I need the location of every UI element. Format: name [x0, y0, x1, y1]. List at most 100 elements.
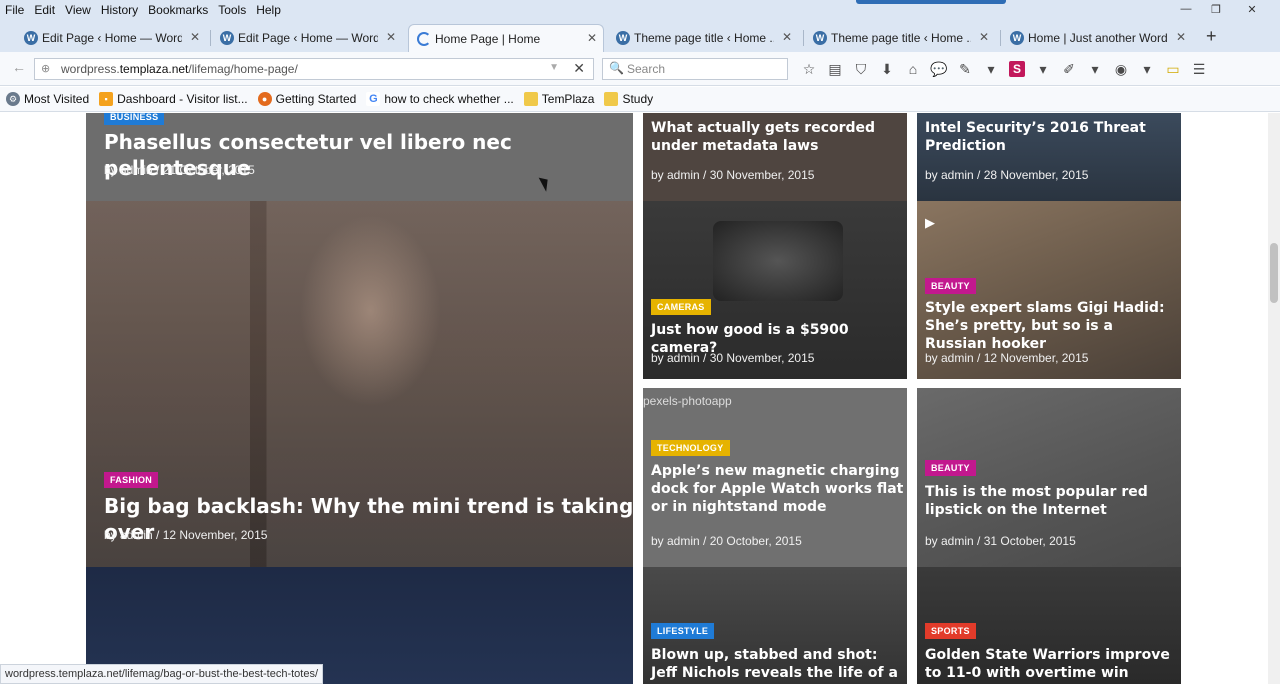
tab-home-page[interactable]: Home Page | Home ✕: [408, 24, 604, 52]
article-card-technology[interactable]: pexels-photoapp TECHNOLOGY Apple’s new m…: [643, 388, 907, 567]
menu-bookmarks[interactable]: Bookmarks: [143, 3, 213, 17]
close-tab-icon[interactable]: ✕: [782, 30, 792, 44]
menu-file[interactable]: File: [0, 3, 29, 17]
article-title[interactable]: This is the most popular red lipstick on…: [925, 483, 1181, 519]
article-title[interactable]: Golden State Warriors improve to 11-0 wi…: [925, 646, 1181, 684]
bookmark-label: Most Visited: [24, 92, 90, 106]
article-card-lipstick[interactable]: BEAUTY This is the most popular red lips…: [917, 388, 1181, 567]
category-badge[interactable]: TECHNOLOGY: [651, 440, 730, 456]
s-extension-icon[interactable]: S: [1009, 61, 1025, 77]
folder-icon: [523, 92, 538, 106]
article-card-fashion[interactable]: FASHION Big bag backlash: Why the mini t…: [86, 201, 633, 567]
bookmark-star-icon[interactable]: ☆: [796, 61, 822, 78]
close-tab-icon[interactable]: ✕: [386, 30, 396, 44]
tab-edit-page-1[interactable]: W Edit Page ‹ Home — Word... ✕: [16, 24, 206, 52]
menu-tools[interactable]: Tools: [213, 3, 251, 17]
stop-loading-icon[interactable]: ✕: [573, 60, 585, 77]
chat-icon[interactable]: 💬: [926, 61, 952, 78]
restore-icon[interactable]: ❐: [1202, 1, 1230, 17]
home-icon[interactable]: ⌂: [900, 61, 926, 78]
bookmark-getting-started[interactable]: ● Getting Started: [257, 92, 357, 106]
dropdown-icon[interactable]: ▾: [1030, 61, 1056, 78]
article-card-intel[interactable]: Intel Security’s 2016 Threat Prediction …: [917, 113, 1181, 201]
download-icon[interactable]: ⬇: [874, 61, 900, 78]
close-tab-icon[interactable]: ✕: [1176, 30, 1186, 44]
menu-help[interactable]: Help: [251, 3, 286, 17]
play-icon[interactable]: ▶: [925, 215, 935, 231]
new-tab-icon[interactable]: +: [1206, 26, 1217, 47]
article-title[interactable]: What actually gets recorded under metada…: [651, 119, 903, 155]
close-window-icon[interactable]: ✕: [1232, 1, 1272, 17]
article-meta: by admin / 28 November, 2015: [925, 168, 1089, 182]
bookmark-most-visited[interactable]: ⚙ Most Visited: [6, 92, 89, 106]
bookmark-how-to-check[interactable]: Ghow to check whether ...: [366, 92, 514, 106]
camera-image: [713, 221, 843, 301]
menu-edit[interactable]: Edit: [29, 3, 60, 17]
article-meta: by admin / 12 November, 2015: [925, 351, 1089, 365]
category-badge[interactable]: BEAUTY: [925, 278, 976, 294]
tab-label: Home Page | Home: [435, 31, 541, 46]
site-info-icon[interactable]: ⊕: [41, 62, 55, 76]
scrollbar-thumb[interactable]: [1270, 243, 1278, 303]
dropdown-icon[interactable]: ▾: [1134, 61, 1160, 78]
history-dropdown-icon[interactable]: ▼: [549, 62, 559, 73]
dropdown-icon[interactable]: ▾: [978, 61, 1004, 78]
article-title[interactable]: Blown up, stabbed and shot: Jeff Nichols…: [651, 646, 907, 684]
category-badge[interactable]: SPORTS: [925, 623, 976, 639]
bookmark-dashboard[interactable]: ▪ Dashboard - Visitor list...: [99, 92, 248, 106]
back-arrow-icon[interactable]: ←: [8, 59, 30, 79]
window-controls: — ❐ ✕: [1172, 1, 1272, 17]
extension-icon[interactable]: ✎: [952, 61, 978, 78]
bookmark-study[interactable]: Study: [604, 92, 653, 106]
article-title[interactable]: Apple’s new magnetic charging dock for A…: [651, 462, 907, 517]
status-bar: wordpress.templaza.net/lifemag/bag-or-bu…: [0, 664, 324, 684]
tool-icon[interactable]: ✐: [1056, 61, 1082, 78]
article-meta: by admin / 30 November, 2015: [651, 351, 815, 365]
category-badge[interactable]: BEAUTY: [925, 460, 976, 476]
article-card-sports[interactable]: SPORTS Golden State Warriors improve to …: [917, 567, 1181, 684]
tab-theme-page-1[interactable]: W Theme page title ‹ Home ... ✕: [608, 24, 798, 52]
article-meta: by admin / 12 November, 2015: [104, 528, 268, 542]
tab-theme-page-2[interactable]: W Theme page title ‹ Home ... ✕: [805, 24, 995, 52]
tab-home-just-another[interactable]: W Home | Just another Word... ✕: [1002, 24, 1192, 52]
close-tab-icon[interactable]: ✕: [979, 30, 989, 44]
wordpress-icon: W: [1010, 31, 1024, 45]
article-card-style-expert[interactable]: ▶ BEAUTY Style expert slams Gigi Hadid: …: [917, 201, 1181, 379]
close-tab-icon[interactable]: ✕: [190, 30, 200, 44]
search-input[interactable]: 🔍 Search: [602, 58, 788, 80]
menu-hamburger-icon[interactable]: ☰: [1186, 61, 1212, 78]
close-tab-icon[interactable]: ✕: [587, 31, 597, 45]
tab-edit-page-2[interactable]: W Edit Page ‹ Home — Word... ✕: [212, 24, 402, 52]
category-badge[interactable]: LIFESTYLE: [651, 623, 715, 639]
bookmark-label: Study: [622, 92, 654, 106]
wallet-icon[interactable]: ▭: [1160, 61, 1186, 78]
dropdown-icon[interactable]: ▾: [1082, 61, 1108, 78]
url-bar[interactable]: ⊕ wordpress. templaza.net/lifemag/home-pa…: [34, 58, 594, 80]
reading-list-icon[interactable]: ▤: [822, 61, 848, 78]
wordpress-icon: W: [24, 31, 38, 45]
category-badge[interactable]: BUSINESS: [104, 113, 165, 125]
gear-icon: ⚙: [6, 92, 20, 106]
tab-label: Theme page title ‹ Home ...: [634, 31, 774, 45]
article-card-cameras[interactable]: CAMERAS Just how good is a $5900 camera?…: [643, 201, 907, 379]
toolbar-icons: ☆ ▤ ⛉ ⬇ ⌂ 💬 ✎ ▾ S ▾ ✐ ▾ ◉ ▾ ▭ ☰: [796, 61, 1212, 78]
category-badge[interactable]: FASHION: [104, 472, 159, 488]
bookmark-label: Getting Started: [275, 92, 357, 106]
firefox-icon: ●: [257, 92, 272, 106]
minimize-icon[interactable]: —: [1172, 1, 1200, 17]
article-meta: by admin / 31 October, 2015: [925, 534, 1076, 548]
bookmark-templaza[interactable]: TemPlaza: [523, 92, 595, 106]
bookmark-label: TemPlaza: [541, 92, 595, 106]
article-card-metadata[interactable]: What actually gets recorded under metada…: [643, 113, 907, 201]
coin-icon[interactable]: ◉: [1108, 61, 1134, 78]
page-scrollbar[interactable]: [1268, 113, 1280, 684]
category-badge[interactable]: CAMERAS: [651, 299, 711, 315]
article-title[interactable]: Style expert slams Gigi Hadid: She’s pre…: [925, 299, 1179, 354]
tab-label: Home | Just another Word...: [1028, 31, 1168, 45]
article-card-lifestyle[interactable]: LIFESTYLE Blown up, stabbed and shot: Je…: [643, 567, 907, 684]
article-title[interactable]: Intel Security’s 2016 Threat Prediction: [925, 119, 1177, 155]
pocket-icon[interactable]: ⛉: [848, 61, 874, 78]
dashboard-icon: ▪: [99, 92, 114, 106]
menu-history[interactable]: History: [96, 3, 143, 17]
menu-view[interactable]: View: [60, 3, 96, 17]
